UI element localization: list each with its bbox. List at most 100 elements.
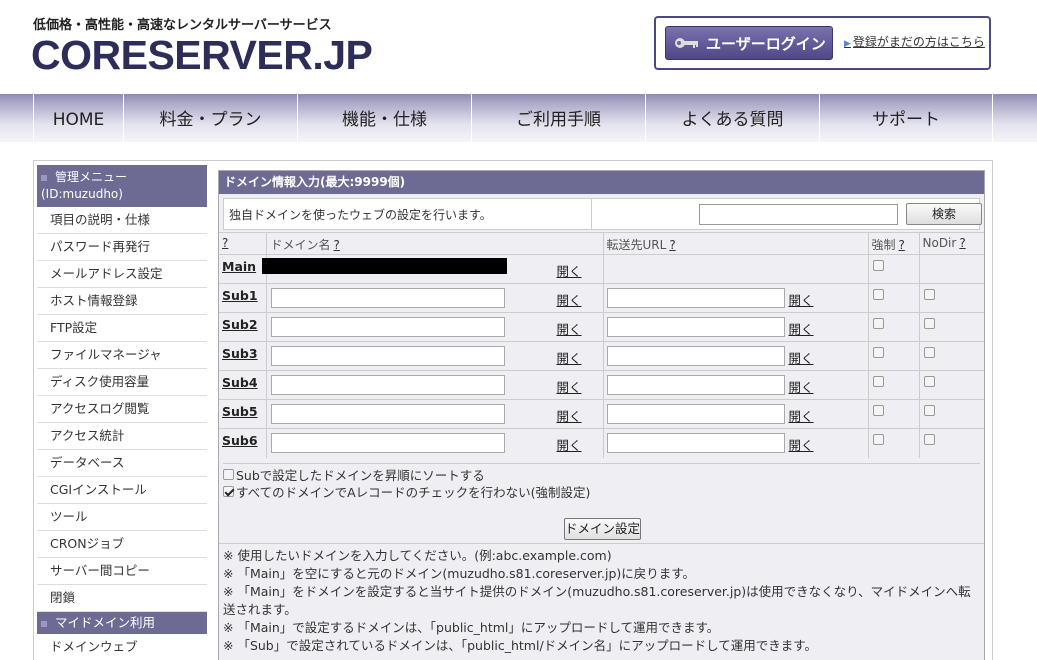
nodir-checkbox[interactable] bbox=[923, 405, 935, 416]
note-line: ※ 「Main」をドメインを設定すると当サイト提供のドメイン(muzudho.s… bbox=[223, 584, 971, 617]
domain-input[interactable] bbox=[270, 288, 505, 308]
help-link[interactable]: ? bbox=[959, 236, 965, 250]
nodir-checkbox[interactable] bbox=[923, 347, 935, 358]
domain-input[interactable] bbox=[270, 375, 505, 395]
nav-features[interactable]: 機能・仕様 bbox=[297, 94, 471, 142]
row-name-sub2[interactable]: Sub2 bbox=[219, 317, 258, 332]
forward-url-input[interactable] bbox=[606, 288, 785, 308]
sidebar-item-cron[interactable]: CRONジョブ bbox=[37, 531, 207, 558]
sidebar-item-tools[interactable]: ツール bbox=[37, 504, 207, 531]
force-cell bbox=[867, 341, 919, 371]
sidebar-item-domain-web[interactable]: ドメインウェブ bbox=[37, 634, 207, 660]
sidebar: 管理メニュー (ID:muzudho) 項目の説明・仕様 パスワード再発行 メー… bbox=[37, 165, 207, 660]
nodir-checkbox[interactable] bbox=[923, 318, 935, 329]
forward-url-input[interactable] bbox=[606, 375, 785, 395]
sidebar-item-access-stats[interactable]: アクセス統計 bbox=[37, 423, 207, 450]
help-link[interactable]: ? bbox=[899, 238, 905, 252]
force-checkbox[interactable] bbox=[872, 318, 884, 329]
sidebar-item-close[interactable]: 閉鎖 bbox=[37, 585, 207, 612]
sidebar-item-database[interactable]: データベース bbox=[37, 450, 207, 477]
force-checkbox[interactable] bbox=[872, 405, 884, 416]
nav-faq[interactable]: よくある質問 bbox=[645, 94, 819, 142]
open-link[interactable]: 開く bbox=[789, 348, 814, 367]
nodir-cell bbox=[918, 283, 984, 313]
sidebar-item-mail-address[interactable]: メールアドレス設定 bbox=[37, 261, 207, 288]
forward-url-input[interactable] bbox=[606, 404, 785, 424]
row-name-sub6[interactable]: Sub6 bbox=[219, 433, 258, 448]
option-no-a-check[interactable]: すべてのドメインでAレコードのチェックを行わない(強制設定) bbox=[223, 482, 590, 501]
note-line: ※ 「Sub」で設定されているドメインは、「public_html/ドメイン名」… bbox=[223, 638, 818, 653]
domain-input[interactable] bbox=[270, 346, 505, 366]
help-link[interactable]: ? bbox=[334, 238, 340, 252]
row-name-main[interactable]: Main bbox=[219, 259, 256, 274]
sidebar-item-ftp[interactable]: FTP設定 bbox=[37, 315, 207, 342]
sidebar-item-disk-usage[interactable]: ディスク使用容量 bbox=[37, 369, 207, 396]
site-logo[interactable]: CORESERVER.JP bbox=[31, 32, 373, 79]
site-tagline: 低価格・高性能・高速なレンタルサーバーサービス bbox=[33, 18, 332, 33]
force-checkbox[interactable] bbox=[872, 347, 884, 358]
open-link[interactable]: 開く bbox=[557, 290, 582, 309]
sidebar-item-access-log[interactable]: アクセスログ閲覧 bbox=[37, 396, 207, 423]
force-cell bbox=[867, 283, 919, 313]
nav-procedure[interactable]: ご利用手順 bbox=[471, 94, 645, 142]
user-login-button[interactable]: ユーザーログイン bbox=[665, 26, 833, 60]
open-link[interactable]: 開く bbox=[557, 406, 582, 425]
panel-description: 独自ドメインを使ったウェブの設定を行います。 bbox=[229, 208, 492, 222]
help-link[interactable]: ? bbox=[222, 236, 228, 250]
force-checkbox[interactable] bbox=[872, 434, 884, 445]
sidebar-item-host-info[interactable]: ホスト情報登録 bbox=[37, 288, 207, 315]
nodir-checkbox[interactable] bbox=[923, 434, 935, 445]
nav-pricing[interactable]: 料金・プラン bbox=[123, 94, 297, 142]
help-link[interactable]: ? bbox=[669, 238, 675, 252]
domain-input[interactable] bbox=[270, 317, 505, 337]
force-checkbox[interactable] bbox=[872, 289, 884, 300]
domain-table: ? ドメイン名? 転送先URL? 強制? NoDir? Main 開く Sub1… bbox=[219, 232, 984, 458]
sort-checkbox[interactable] bbox=[223, 469, 234, 480]
forward-url-input[interactable] bbox=[606, 346, 785, 366]
forward-url-input[interactable] bbox=[606, 433, 785, 453]
nav-support[interactable]: サポート bbox=[819, 94, 993, 142]
search-input[interactable] bbox=[699, 204, 898, 225]
domain-cell: 開く bbox=[265, 341, 603, 371]
sidebar-item-password-reissue[interactable]: パスワード再発行 bbox=[37, 234, 207, 261]
open-link[interactable]: 開く bbox=[789, 290, 814, 309]
open-link[interactable]: 開く bbox=[789, 435, 814, 454]
row-name-sub4[interactable]: Sub4 bbox=[219, 375, 258, 390]
nodir-checkbox[interactable] bbox=[923, 376, 935, 387]
open-link[interactable]: 開く bbox=[789, 377, 814, 396]
no-a-record-check-checkbox[interactable] bbox=[223, 486, 234, 497]
sidebar-item-server-copy[interactable]: サーバー間コピー bbox=[37, 558, 207, 585]
open-link[interactable]: 開く bbox=[557, 435, 582, 454]
force-checkbox[interactable] bbox=[872, 260, 884, 271]
description-row: 独自ドメインを使ったウェブの設定を行います。 検索 bbox=[223, 198, 982, 230]
register-link[interactable]: ▶ 登録がまだの方はこちら bbox=[844, 33, 985, 50]
domain-panel: ドメイン情報入力(最大:9999個) 独自ドメインを使ったウェブの設定を行います… bbox=[218, 170, 985, 660]
open-link[interactable]: 開く bbox=[789, 406, 814, 425]
sidebar-item-spec[interactable]: 項目の説明・仕様 bbox=[37, 207, 207, 234]
row-name-sub1[interactable]: Sub1 bbox=[219, 288, 258, 303]
domain-input[interactable] bbox=[270, 433, 505, 453]
forward-url-input[interactable] bbox=[606, 317, 785, 337]
domain-cell: 開く bbox=[265, 370, 603, 400]
domain-input[interactable] bbox=[270, 404, 505, 424]
sidebar-section-mydomain: マイドメイン利用 bbox=[37, 612, 207, 634]
sidebar-item-cgi-install[interactable]: CGIインストール bbox=[37, 477, 207, 504]
force-cell bbox=[867, 312, 919, 342]
force-checkbox[interactable] bbox=[872, 376, 884, 387]
open-link[interactable]: 開く bbox=[789, 319, 814, 338]
domain-settings-button[interactable]: ドメイン設定 bbox=[564, 518, 641, 540]
open-link[interactable]: 開く bbox=[557, 348, 582, 367]
row-name-sub3[interactable]: Sub3 bbox=[219, 346, 258, 361]
open-link[interactable]: 開く bbox=[557, 319, 582, 338]
col-nodir: NoDir? bbox=[918, 232, 984, 255]
row-name-sub5[interactable]: Sub5 bbox=[219, 404, 258, 419]
sidebar-item-file-manager[interactable]: ファイルマネージャ bbox=[37, 342, 207, 369]
open-link[interactable]: 開く bbox=[557, 261, 582, 280]
open-link[interactable]: 開く bbox=[557, 377, 582, 396]
sidebar-heading-id: (ID:muzudho) bbox=[41, 187, 123, 201]
option-sort[interactable]: Subで設定したドメインを昇順にソートする bbox=[223, 463, 980, 484]
nav-home[interactable]: HOME bbox=[33, 94, 123, 142]
nodir-checkbox[interactable] bbox=[923, 289, 935, 300]
search-button[interactable]: 検索 bbox=[906, 203, 982, 225]
register-link-label: 登録がまだの方はこちら bbox=[852, 35, 985, 49]
